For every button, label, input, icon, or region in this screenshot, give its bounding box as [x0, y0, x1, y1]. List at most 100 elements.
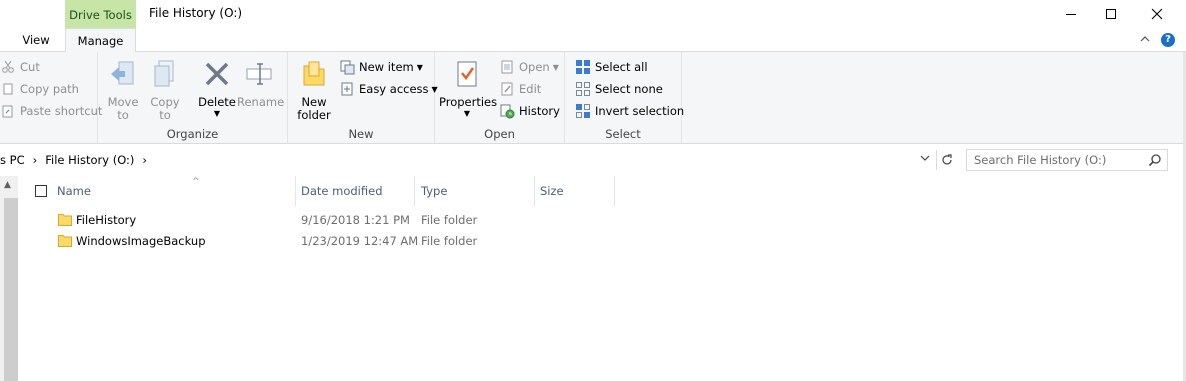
copy-path-label: Copy path: [20, 82, 79, 96]
properties-caret-icon: ▼: [463, 109, 471, 118]
file-date: 9/16/2018 1:21 PM: [301, 213, 410, 227]
new-item-caret-icon: ▼: [416, 62, 423, 72]
open-icon: [499, 59, 515, 75]
copy-path-button[interactable]: Copy path: [0, 79, 79, 99]
new-folder-button[interactable]: New folder: [292, 58, 336, 124]
select-none-label: Select none: [595, 82, 663, 96]
history-button[interactable]: History: [499, 101, 560, 121]
rename-label: Rename: [237, 95, 285, 109]
properties-icon: [457, 61, 477, 87]
delete-label: Delete: [198, 95, 236, 109]
paste-shortcut-button[interactable]: Paste shortcut: [0, 101, 102, 121]
search-placeholder: Search File History (O:): [974, 153, 1107, 167]
search-icon: [1148, 154, 1161, 167]
column-header-size[interactable]: Size: [535, 176, 615, 206]
copy-to-label-2: to: [159, 108, 171, 122]
select-all-checkbox[interactable]: [35, 185, 47, 197]
open-group: Properties ▼ Open ▼ Edit History Open: [435, 52, 565, 144]
select-none-button[interactable]: Select none: [575, 79, 663, 99]
rename-button[interactable]: Rename: [237, 58, 285, 124]
column-size-label: Size: [540, 184, 564, 198]
ribbon-tab-row: View Manage ?: [0, 28, 1186, 53]
breadcrumb-this-pc[interactable]: s PC: [0, 153, 25, 167]
cut-label: Cut: [20, 60, 40, 74]
select-all-label: Select all: [595, 60, 648, 74]
copy-path-icon: [0, 81, 16, 97]
new-folder-label-2: folder: [297, 108, 331, 122]
maximize-button[interactable]: [1088, 0, 1134, 28]
move-to-label-2: to: [117, 108, 129, 122]
select-all-button[interactable]: Select all: [575, 57, 648, 77]
new-item-button[interactable]: New item ▼: [339, 57, 423, 77]
select-group-label: Select: [605, 127, 641, 141]
column-header-type[interactable]: Type: [416, 176, 535, 206]
refresh-icon[interactable]: [936, 150, 956, 170]
column-header-name[interactable]: ^ Name: [52, 176, 296, 206]
search-input[interactable]: Search File History (O:): [966, 149, 1168, 171]
edit-label: Edit: [519, 82, 542, 96]
edit-icon: [499, 81, 515, 97]
new-group-label: New: [348, 127, 374, 141]
address-bar-row: s PC › File History (O:) › Search File H…: [0, 148, 1186, 174]
file-type: File folder: [421, 234, 478, 248]
drive-tools-context-header: Drive Tools: [65, 0, 136, 28]
delete-caret-icon: ▼: [213, 109, 221, 118]
file-row[interactable]: WindowsImageBackup 1/23/2019 12:47 AM Fi…: [18, 231, 618, 252]
address-bar[interactable]: s PC › File History (O:) ›: [0, 149, 955, 171]
column-header-date-modified[interactable]: Date modified: [296, 176, 415, 206]
column-date-label: Date modified: [301, 184, 383, 198]
organize-group: Move to Copy to Delete ▼ Rename Organize: [98, 52, 288, 144]
open-group-label: Open: [484, 127, 515, 141]
file-name: FileHistory: [76, 213, 137, 227]
new-folder-icon: [303, 61, 325, 86]
copy-to-icon: [154, 60, 174, 87]
tab-view[interactable]: View: [12, 28, 60, 52]
file-list-area: ▲ ^ Name Date modified Type Size FileHis…: [0, 176, 1186, 381]
breadcrumb-separator-icon: ›: [142, 153, 148, 167]
select-none-icon: [575, 81, 591, 97]
address-dropdown-icon[interactable]: [920, 153, 930, 166]
sort-ascending-icon: ^: [192, 177, 200, 187]
delete-x-icon: [205, 62, 229, 86]
move-to-button[interactable]: Move to: [101, 58, 145, 124]
file-name: WindowsImageBackup: [76, 234, 206, 248]
scissors-icon: [0, 59, 16, 75]
scrollbar-thumb[interactable]: [4, 198, 18, 381]
easy-access-label: Easy access: [359, 82, 429, 96]
history-label: History: [519, 104, 560, 118]
copy-to-button[interactable]: Copy to: [143, 58, 187, 124]
close-button[interactable]: [1134, 0, 1180, 28]
ribbon: Cut Copy path Paste shortcut Move to Cop…: [0, 52, 1186, 144]
invert-selection-button[interactable]: Invert selection: [575, 101, 684, 121]
window-title: File History (O:): [149, 6, 243, 20]
file-row[interactable]: FileHistory 9/16/2018 1:21 PM File folde…: [18, 210, 618, 231]
tab-manage[interactable]: Manage: [65, 28, 136, 53]
navigation-pane-scrollbar[interactable]: ▲: [0, 176, 18, 381]
breadcrumb-file-history[interactable]: File History (O:): [45, 153, 134, 167]
history-icon: [499, 103, 515, 119]
new-item-icon: [339, 59, 355, 75]
title-bar: Drive Tools File History (O:): [0, 0, 1186, 28]
edit-button[interactable]: Edit: [499, 79, 541, 99]
properties-button[interactable]: Properties ▼: [439, 58, 497, 124]
select-all-icon: [575, 59, 591, 75]
invert-selection-label: Invert selection: [595, 104, 685, 118]
clipboard-group: Cut Copy path Paste shortcut: [0, 52, 102, 144]
cut-button[interactable]: Cut: [0, 57, 40, 77]
open-label: Open: [519, 60, 550, 74]
new-item-label: New item: [359, 60, 414, 74]
delete-button[interactable]: Delete ▼: [195, 58, 239, 124]
folder-icon: [58, 214, 72, 226]
folder-icon: [58, 235, 72, 247]
column-type-label: Type: [421, 184, 448, 198]
easy-access-icon: [339, 81, 355, 97]
easy-access-button[interactable]: Easy access ▼: [339, 79, 438, 99]
move-to-icon: [111, 61, 134, 85]
scroll-up-icon[interactable]: ▲: [4, 180, 11, 190]
help-icon[interactable]: ?: [1161, 33, 1175, 47]
chevron-up-icon[interactable]: [1138, 32, 1152, 46]
open-button[interactable]: Open ▼: [499, 57, 559, 77]
minimize-icon: [1066, 13, 1076, 15]
paste-shortcut-icon: [0, 103, 16, 119]
invert-selection-icon: [575, 103, 591, 119]
